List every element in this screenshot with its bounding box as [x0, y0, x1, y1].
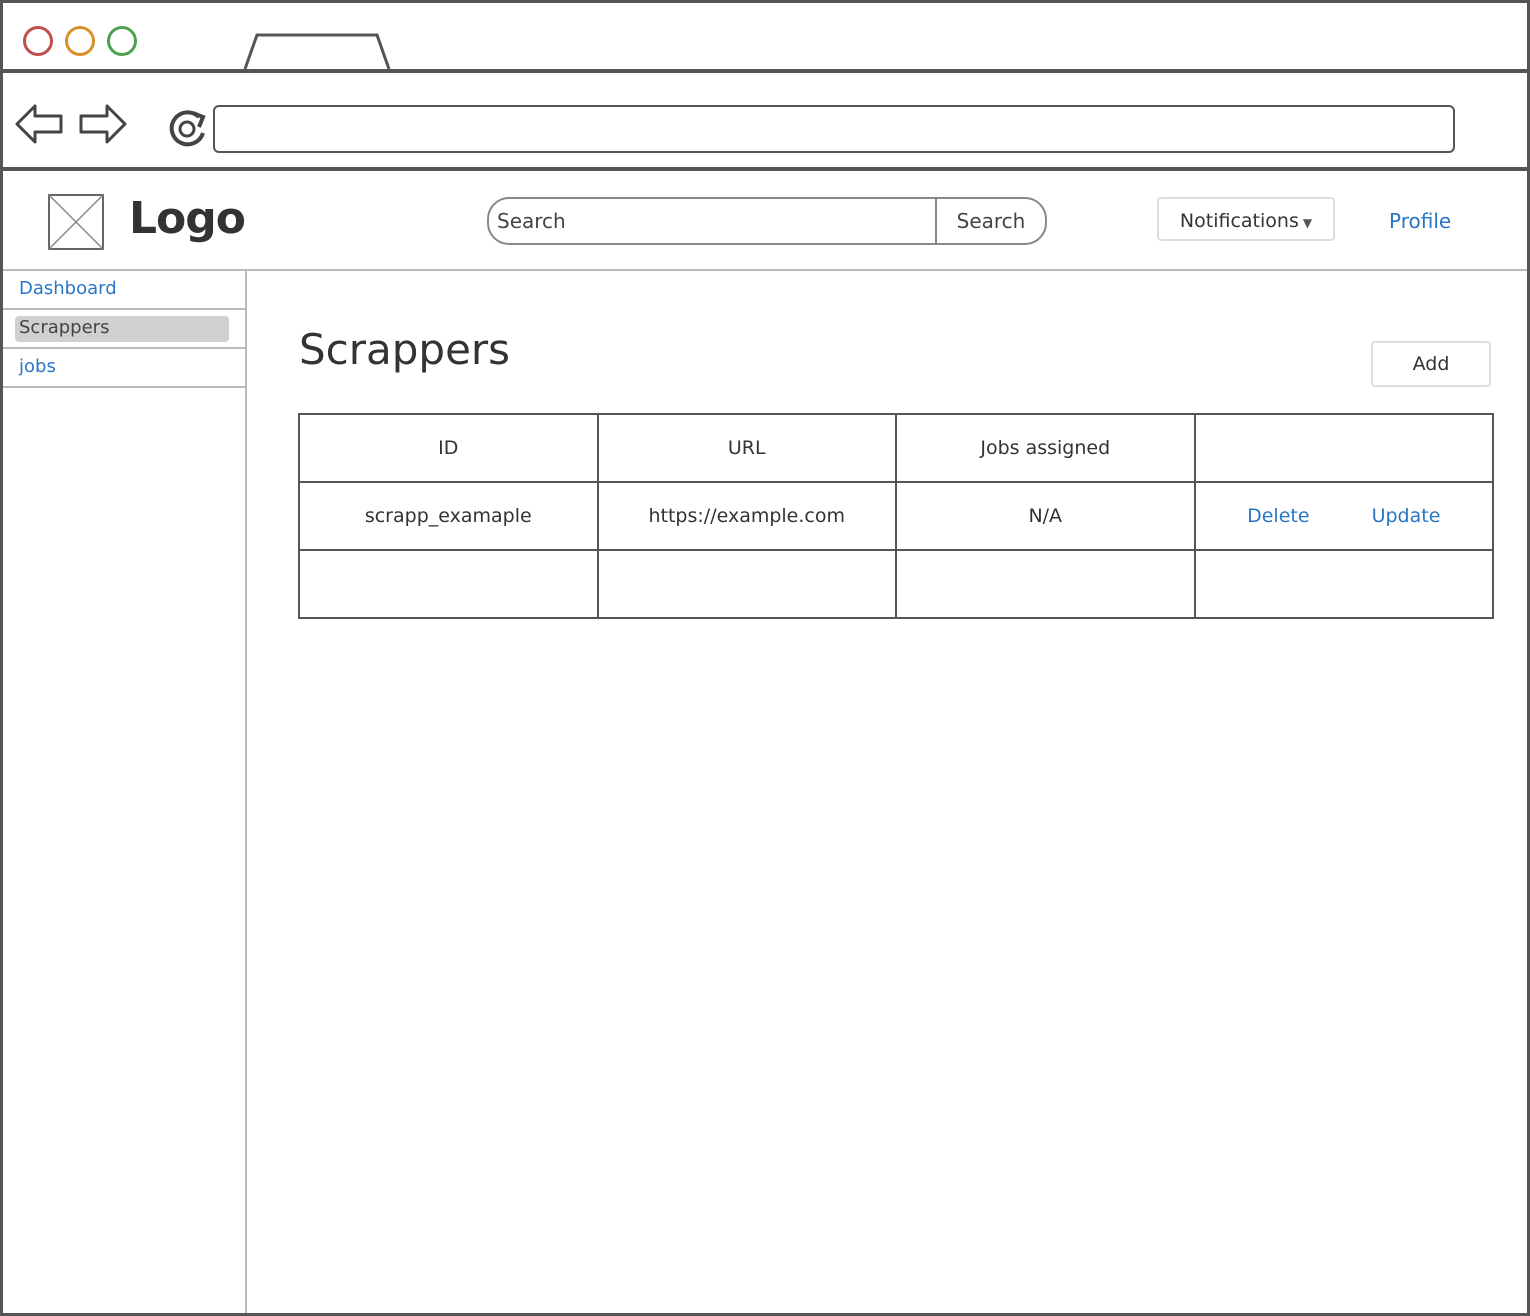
sidebar: Dashboard Scrappers jobs: [3, 271, 247, 1313]
column-header-url: URL: [596, 413, 897, 483]
sidebar-item-jobs[interactable]: jobs: [3, 349, 245, 388]
cell-id: [298, 549, 599, 619]
search-input[interactable]: [489, 199, 929, 243]
column-header-jobs-assigned: Jobs assigned: [895, 413, 1196, 483]
browser-tab[interactable]: [243, 33, 391, 70]
sidebar-item-label: Scrappers: [19, 317, 110, 338]
search-box: Search: [487, 197, 1047, 245]
maximize-window-icon[interactable]: [107, 26, 137, 56]
cell-jobs: [895, 549, 1196, 619]
table-row: [298, 549, 1494, 619]
cell-id: scrapp_examaple: [298, 481, 599, 551]
back-arrow-icon[interactable]: [15, 103, 63, 145]
sidebar-item-scrappers[interactable]: Scrappers: [3, 310, 245, 349]
sidebar-item-dashboard[interactable]: Dashboard: [3, 271, 245, 310]
reload-icon[interactable]: [163, 105, 209, 151]
table-header-row: ID URL Jobs assigned: [298, 413, 1494, 483]
scrappers-table: ID URL Jobs assigned scrapp_examaple htt…: [298, 413, 1494, 619]
notifications-label: Notifications: [1179, 210, 1299, 232]
cell-url: https://example.com: [596, 481, 897, 551]
search-button[interactable]: Search: [935, 199, 1045, 243]
sidebar-item-label: jobs: [19, 356, 56, 377]
browser-titlebar: [3, 3, 1527, 70]
column-header-id: ID: [298, 413, 599, 483]
logo-image-icon: [47, 193, 105, 251]
sidebar-item-label: Dashboard: [19, 278, 117, 299]
notifications-dropdown[interactable]: Notifications ▼: [1157, 197, 1335, 241]
cell-url: [596, 549, 897, 619]
close-window-icon[interactable]: [23, 26, 53, 56]
page-title: Scrappers: [299, 325, 511, 374]
minimize-window-icon[interactable]: [65, 26, 95, 56]
forward-arrow-icon[interactable]: [79, 103, 127, 145]
delete-link[interactable]: Delete: [1247, 505, 1309, 527]
update-link[interactable]: Update: [1372, 505, 1441, 527]
logo-text: Logo: [129, 193, 246, 244]
table-row: scrapp_examaple https://example.com N/A …: [298, 481, 1494, 551]
add-button[interactable]: Add: [1371, 341, 1491, 387]
app-header: Logo Search Notifications▼ Profile: [3, 171, 1527, 271]
browser-window: Logo Search Notifications▼ Profile Dashb…: [0, 0, 1530, 1316]
cell-actions: [1193, 549, 1494, 619]
column-header-actions: [1193, 413, 1494, 483]
cell-actions: Delete Update: [1193, 481, 1494, 551]
browser-navbar: [3, 73, 1527, 167]
cell-jobs: N/A: [895, 481, 1196, 551]
address-bar[interactable]: [213, 105, 1455, 153]
profile-link[interactable]: Profile: [1389, 209, 1451, 233]
chevron-down-icon: ▼: [1302, 216, 1313, 230]
